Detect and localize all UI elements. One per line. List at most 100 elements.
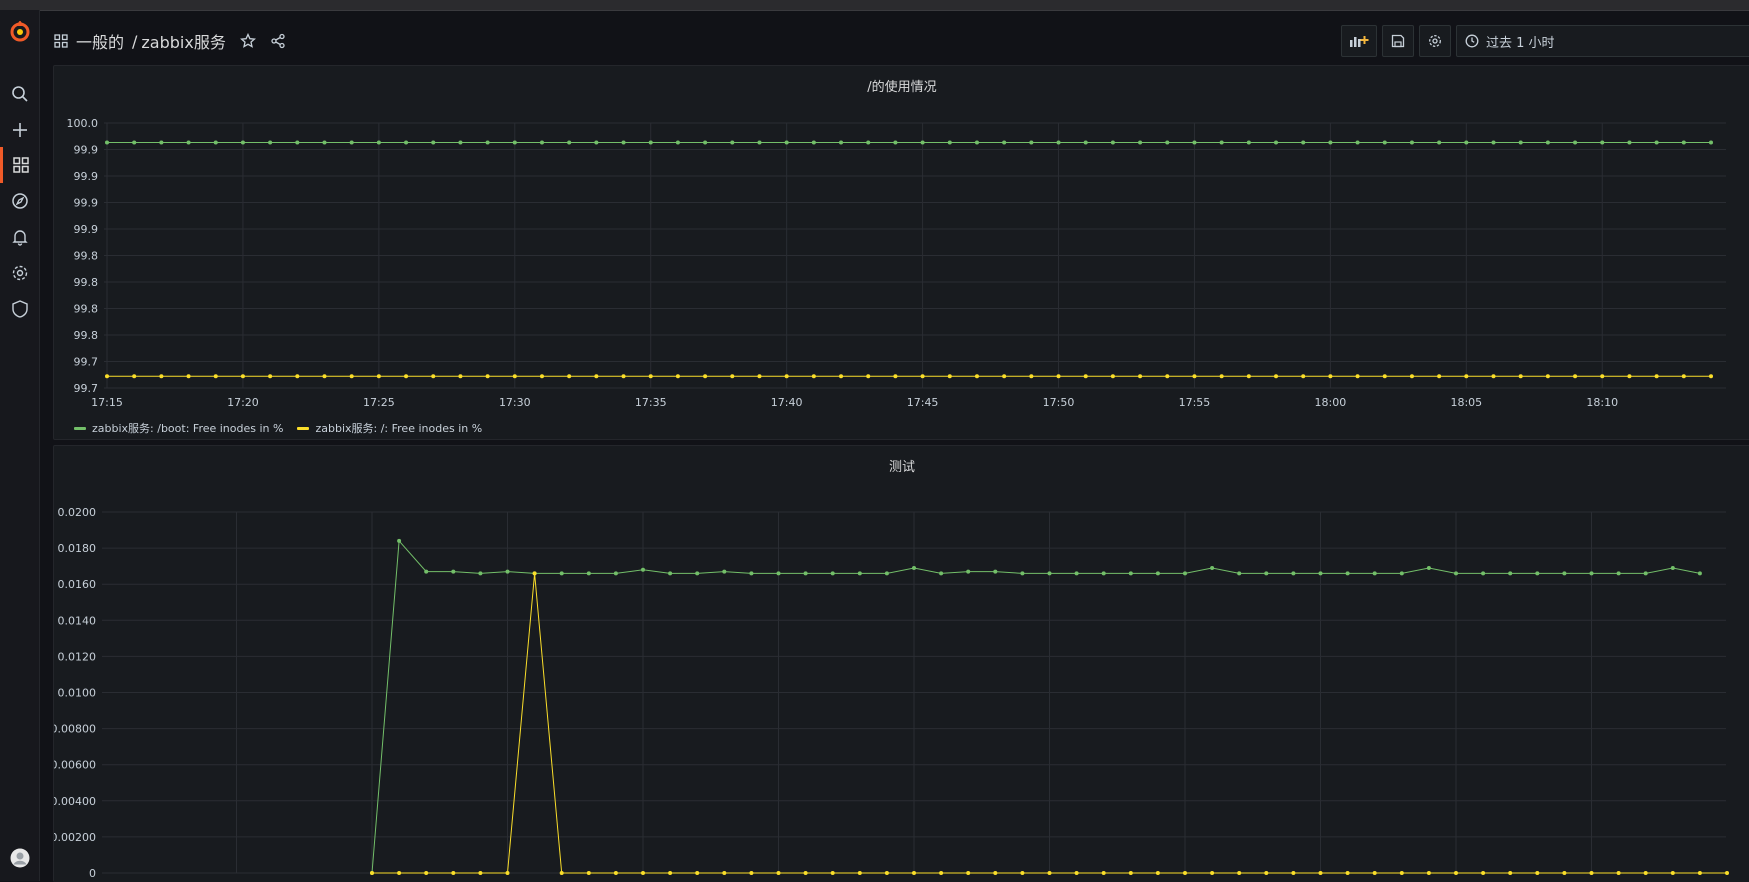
y-tick-label: 0.0160: [58, 578, 97, 591]
data-point: [776, 871, 781, 875]
data-point: [1301, 140, 1306, 145]
dashboards-icon[interactable]: [0, 147, 39, 183]
dashboard-title[interactable]: zabbix服务: [141, 29, 225, 53]
data-point: [1562, 571, 1567, 576]
data-point: [1083, 374, 1088, 379]
data-point: [349, 140, 354, 145]
alerting-bell-icon[interactable]: [0, 219, 39, 255]
y-tick-label: 0.00200: [54, 831, 96, 844]
y-tick-label: 0.0140: [58, 614, 97, 627]
share-icon[interactable]: [270, 33, 286, 49]
data-point: [1246, 140, 1251, 145]
data-point: [668, 871, 673, 875]
data-point: [730, 374, 735, 379]
data-point: [240, 374, 245, 379]
data-point: [1654, 140, 1659, 145]
data-point: [974, 140, 979, 145]
search-icon[interactable]: [0, 76, 39, 112]
data-point: [1670, 871, 1675, 875]
data-point: [1219, 140, 1224, 145]
x-tick-label: 17:30: [499, 396, 531, 406]
data-point: [567, 374, 572, 379]
x-tick-label: 17:35: [635, 396, 667, 406]
time-picker-button[interactable]: 过去 1 小时: [1456, 25, 1749, 57]
data-point: [1545, 374, 1550, 379]
configuration-gear-icon[interactable]: [0, 255, 39, 291]
y-tick-label: 99.7: [74, 382, 99, 395]
y-tick-label: 0: [89, 867, 96, 880]
data-point: [648, 140, 653, 145]
data-point: [1697, 871, 1702, 875]
data-point: [397, 538, 402, 543]
plus-icon[interactable]: [0, 112, 39, 148]
data-point: [803, 871, 808, 875]
data-point: [1589, 571, 1594, 576]
data-point: [811, 374, 816, 379]
save-dashboard-button[interactable]: [1382, 25, 1414, 57]
x-tick-label: 17:45: [907, 396, 939, 406]
y-tick-label: 99.8: [74, 250, 99, 263]
data-point: [857, 571, 862, 576]
data-point: [376, 140, 381, 145]
legend-item-root[interactable]: zabbix服务: /: Free inodes in %: [297, 420, 482, 436]
data-point: [1210, 871, 1215, 875]
data-point: [1681, 374, 1686, 379]
data-point: [268, 140, 273, 145]
data-point: [1101, 871, 1106, 875]
data-point: [559, 571, 564, 576]
data-point: [920, 374, 925, 379]
data-point: [505, 871, 510, 875]
data-point: [1508, 871, 1513, 875]
data-point: [1328, 374, 1333, 379]
data-point: [512, 140, 517, 145]
data-point: [866, 140, 871, 145]
y-tick-label: 99.9: [74, 197, 99, 210]
data-point: [1709, 140, 1713, 145]
data-point: [1020, 871, 1025, 875]
data-point: [621, 374, 626, 379]
sidebar: [0, 10, 40, 881]
y-tick-label: 0.00800: [54, 723, 96, 736]
breadcrumb-folder[interactable]: 一般的: [76, 29, 124, 53]
data-point: [1056, 140, 1061, 145]
data-point: [1491, 140, 1496, 145]
data-point: [1128, 871, 1133, 875]
star-icon[interactable]: [239, 33, 256, 49]
data-point: [1437, 374, 1442, 379]
y-tick-label: 99.8: [74, 276, 99, 289]
data-point: [586, 871, 591, 875]
explore-compass-icon[interactable]: [0, 183, 39, 219]
x-tick-label: 17:20: [227, 396, 259, 406]
server-admin-shield-icon[interactable]: [0, 291, 39, 327]
panel-usage: /的使用情况 100.0 99.9 99.9 99.9 99.9 99.8 99.8 99.8…: [53, 65, 1749, 440]
data-point: [1155, 871, 1160, 875]
data-point: [1545, 140, 1550, 145]
data-point: [613, 871, 618, 875]
data-point: [424, 569, 429, 574]
data-point: [1372, 871, 1377, 875]
data-point: [1355, 374, 1360, 379]
data-point: [920, 140, 925, 145]
legend-item-boot[interactable]: zabbix服务: /boot: Free inodes in %: [74, 420, 283, 436]
data-point: [1301, 374, 1306, 379]
data-point: [1627, 140, 1632, 145]
data-point: [458, 374, 463, 379]
add-panel-button[interactable]: [1341, 25, 1377, 57]
data-point: [376, 374, 381, 379]
y-tick-label: 0.0120: [58, 650, 97, 663]
data-point: [1110, 374, 1115, 379]
data-point: [1237, 571, 1242, 576]
dashboard-settings-button[interactable]: [1419, 25, 1451, 57]
data-point: [1670, 565, 1675, 570]
data-point: [1210, 565, 1215, 570]
data-point: [1464, 140, 1469, 145]
data-point: [1047, 871, 1052, 875]
data-point: [159, 140, 164, 145]
data-point: [1138, 140, 1143, 145]
grafana-logo-icon[interactable]: [0, 14, 39, 50]
data-point: [539, 374, 544, 379]
user-avatar[interactable]: [0, 840, 39, 876]
data-point: [947, 374, 952, 379]
data-point: [839, 140, 844, 145]
data-point: [695, 571, 700, 576]
